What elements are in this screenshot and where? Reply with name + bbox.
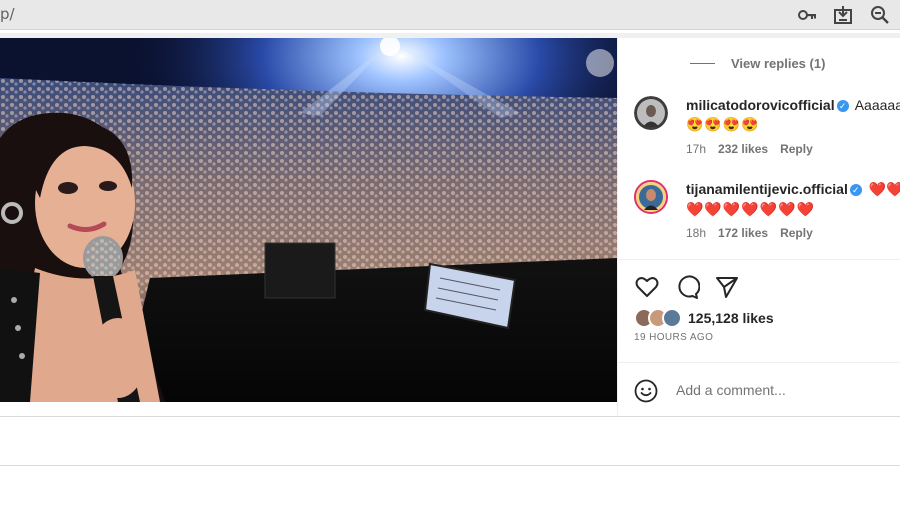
comment-username[interactable]: tijanamilentijevic.official (686, 181, 848, 197)
liker-avatar (662, 308, 682, 328)
address-bar-text[interactable]: p/ (0, 5, 15, 23)
comment-meta: 17h 232 likes Reply (686, 142, 813, 156)
comment-emojis: 😍😍😍😍 (686, 116, 760, 132)
add-comment-bar: Add a comment... (618, 362, 900, 416)
post-comments-panel: View replies (1) milicatodorovicofficial… (617, 38, 900, 416)
comment-body: milicatodorovicofficial✓ Aaaaaaa 😍😍😍😍 (686, 97, 900, 133)
likes-count[interactable]: 125,128 likes (688, 310, 774, 326)
view-replies-label: View replies (1) (731, 56, 826, 71)
install-app-icon[interactable] (832, 4, 854, 26)
section-divider (0, 465, 900, 466)
share-icon[interactable] (714, 274, 740, 300)
comment-likes[interactable]: 172 likes (718, 226, 768, 240)
actions-divider (618, 259, 900, 260)
comment-emojis: ❤️❤️❤️❤️❤️❤️❤️ (686, 201, 816, 217)
comment-likes[interactable]: 232 likes (718, 142, 768, 156)
comment-text: ❤️❤️ (868, 181, 900, 197)
comment-body: tijanamilentijevic.official ✓ ❤️❤️ ❤️❤️❤️… (686, 181, 900, 218)
zoom-out-icon[interactable] (869, 4, 891, 26)
comment-text: Aaaaaaa (854, 97, 900, 113)
avatar[interactable] (634, 180, 668, 214)
replies-dash (690, 63, 715, 64)
emoji-icon[interactable] (634, 379, 658, 403)
post-actions (634, 274, 740, 300)
concert-selfie-image (0, 38, 617, 402)
reply-button[interactable]: Reply (780, 142, 813, 156)
comment-time[interactable]: 17h (686, 142, 706, 156)
verified-badge-icon: ✓ (849, 184, 862, 196)
heart-icon[interactable] (634, 274, 660, 300)
post-photo[interactable] (0, 38, 617, 402)
comment-icon[interactable] (674, 274, 700, 300)
browser-toolbar: p/ (0, 0, 900, 30)
verified-badge-icon: ✓ (836, 100, 849, 112)
avatar[interactable] (634, 96, 668, 130)
key-icon[interactable] (796, 4, 818, 26)
comment-meta: 18h 172 likes Reply (686, 226, 813, 240)
view-replies-link[interactable]: View replies (1) (690, 56, 825, 71)
comment-time[interactable]: 18h (686, 226, 706, 240)
likes-row[interactable]: 125,128 likes (634, 308, 774, 328)
reply-button[interactable]: Reply (780, 226, 813, 240)
comment-input[interactable]: Add a comment... (676, 382, 786, 398)
section-divider (0, 416, 900, 417)
comment-username[interactable]: milicatodorovicofficial (686, 97, 835, 113)
post-time-ago[interactable]: 19 HOURS AGO (634, 332, 713, 343)
